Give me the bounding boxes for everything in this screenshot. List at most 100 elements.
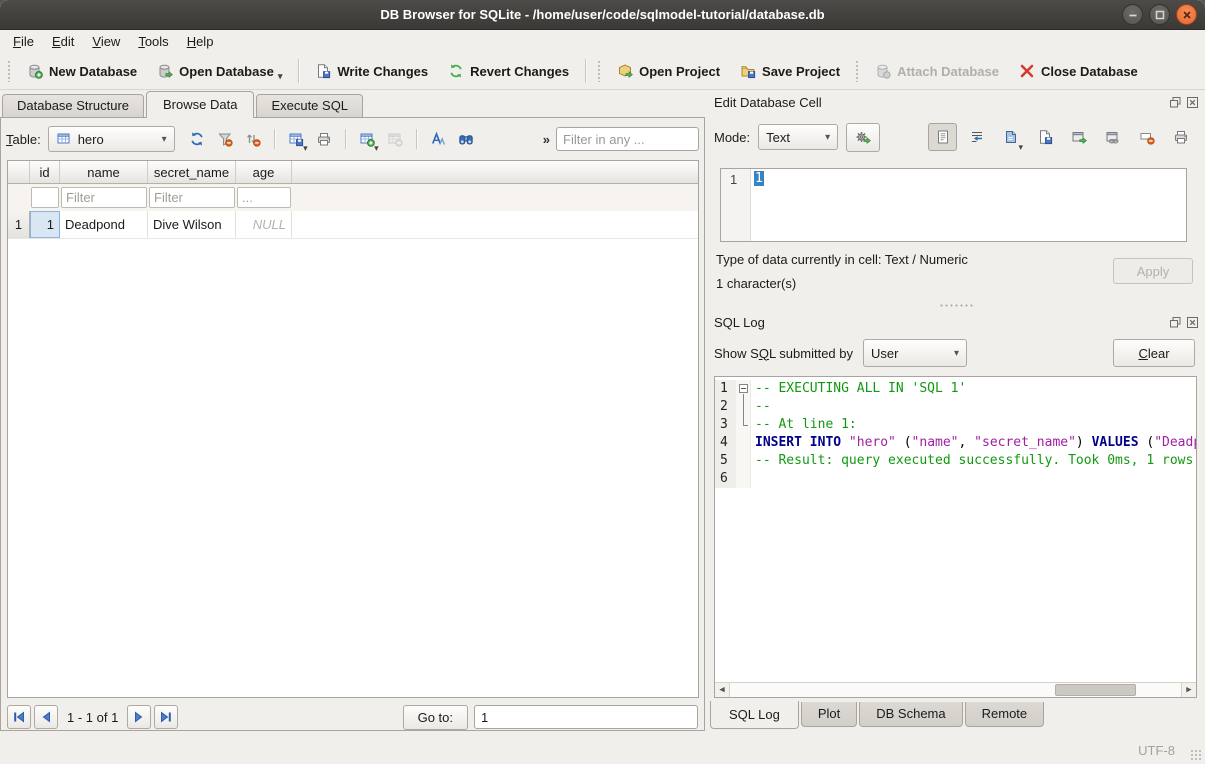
submitted-by-select[interactable]: User ▾ [863, 339, 967, 367]
fold-collapse-icon[interactable] [739, 384, 748, 393]
cell-editor[interactable]: 1 1 [720, 168, 1187, 242]
column-filter-input[interactable] [61, 187, 147, 208]
minimize-icon [1125, 7, 1141, 23]
table-cell[interactable]: Deadpond [60, 211, 148, 238]
write-changes-button[interactable]: Write Changes [305, 59, 438, 83]
maximize-button[interactable] [1149, 4, 1170, 25]
column-header-age[interactable]: age [236, 161, 292, 183]
clear-button[interactable]: Clear [1113, 339, 1195, 367]
dock-tab-remote[interactable]: Remote [965, 702, 1045, 727]
first-record-button[interactable] [7, 705, 31, 729]
tab-browse-data[interactable]: Browse Data [146, 91, 254, 118]
new-database-button[interactable]: New Database [17, 59, 147, 83]
table-select[interactable]: hero ▾ [48, 126, 175, 152]
column-header-secret_name[interactable]: secret_name [148, 161, 236, 183]
toolbar-grip[interactable] [597, 60, 602, 82]
next-record-button[interactable] [127, 705, 151, 729]
menu-edit[interactable]: Edit [43, 32, 83, 51]
menu-view[interactable]: View [83, 32, 129, 51]
scroll-left-icon[interactable]: ◀ [715, 683, 730, 697]
goto-button[interactable]: Go to: [403, 705, 468, 730]
close-dock-icon[interactable] [1186, 316, 1199, 329]
chevron-down-icon[interactable]: ▾ [374, 145, 379, 151]
column-filter-input[interactable] [31, 187, 59, 208]
find-button[interactable] [453, 126, 479, 152]
sql-log-editor[interactable]: 1-- EXECUTING ALL IN 'SQL 1'2--3-- At li… [714, 376, 1197, 698]
column-filter-input[interactable] [149, 187, 235, 208]
link-button[interactable] [1098, 123, 1127, 151]
float-dock-icon[interactable] [1169, 96, 1182, 109]
close-icon [1179, 7, 1195, 23]
scroll-right-icon[interactable]: ▶ [1181, 683, 1196, 697]
table-row: 11DeadpondDive WilsonNULL [8, 211, 698, 239]
open-project-button[interactable]: Open Project [607, 59, 730, 83]
export-button[interactable] [1030, 123, 1059, 151]
set-null-button[interactable] [1132, 123, 1161, 151]
close-database-button[interactable]: Close Database [1009, 59, 1148, 83]
dock-splitter-handle[interactable] [939, 303, 973, 308]
table-cell[interactable]: 1 [30, 211, 60, 238]
open-external-button[interactable] [1064, 123, 1093, 151]
row-header[interactable]: 1 [8, 211, 30, 238]
column-header-id[interactable]: id [30, 161, 60, 183]
minimize-button[interactable] [1122, 4, 1143, 25]
fold-margin [736, 452, 751, 470]
close-dock-icon[interactable] [1186, 96, 1199, 109]
word-wrap-button[interactable] [962, 123, 991, 151]
previous-record-button[interactable] [34, 705, 58, 729]
record-range: 1 - 1 of 1 [61, 710, 124, 725]
auto-apply-button[interactable] [846, 123, 880, 152]
table-cell[interactable]: Dive Wilson [148, 211, 236, 238]
toolbar-overflow-chevron[interactable]: » [540, 132, 553, 147]
apply-button: Apply [1113, 258, 1193, 284]
refresh-button[interactable] [184, 126, 210, 152]
save-project-button[interactable]: Save Project [730, 59, 850, 83]
dock-tab-sql-log[interactable]: SQL Log [710, 701, 799, 729]
table-cell[interactable]: NULL [236, 211, 292, 238]
right-dock-area: Edit Database Cell Mode: Text ▾ ▾ 1 1 Ty… [706, 90, 1205, 737]
sql-log-line: 3-- At line 1: [715, 416, 1196, 434]
dock-tab-plot[interactable]: Plot [801, 702, 857, 727]
global-filter-input[interactable] [556, 127, 699, 151]
text-mode-button[interactable] [928, 123, 957, 151]
import-button[interactable]: ▾ [996, 123, 1025, 151]
sql-log-text: -- Result: query executed successfully. … [751, 452, 1196, 470]
toolbar-grip[interactable] [855, 60, 860, 82]
browse-toolbar: Table: hero ▾ ▾ ▾ » [6, 125, 699, 153]
revert-changes-button[interactable]: Revert Changes [438, 59, 579, 83]
print-button[interactable] [311, 126, 337, 152]
menu-tools[interactable]: Tools [129, 32, 177, 51]
chevron-down-icon[interactable]: ▾ [278, 73, 283, 79]
mode-select[interactable]: Text ▾ [758, 124, 838, 150]
print-button[interactable] [1166, 123, 1195, 151]
titlebar[interactable]: DB Browser for SQLite - /home/user/code/… [0, 0, 1205, 30]
column-filter-input[interactable] [237, 187, 291, 208]
tab-execute-sql[interactable]: Execute SQL [256, 94, 363, 117]
float-dock-icon[interactable] [1169, 316, 1182, 329]
menu-help[interactable]: Help [178, 32, 223, 51]
table-label: Table: [6, 132, 41, 147]
horizontal-scrollbar[interactable]: ◀ ▶ [715, 682, 1196, 697]
save-table-button[interactable]: ▾ [283, 126, 309, 152]
browse-data-tabpage: Table: hero ▾ ▾ ▾ » idnamesecret_nameage 1… [0, 117, 705, 731]
line-number: 6 [715, 470, 736, 488]
chevron-down-icon[interactable]: ▾ [303, 145, 308, 151]
scrollbar-thumb[interactable] [1055, 684, 1136, 696]
resize-grip[interactable] [1190, 749, 1203, 762]
format-button[interactable] [425, 126, 451, 152]
column-header-name[interactable]: name [60, 161, 148, 183]
close-button[interactable] [1176, 4, 1197, 25]
new-record-button[interactable]: ▾ [354, 126, 380, 152]
toolbar-grip[interactable] [7, 60, 12, 82]
open-database-button[interactable]: Open Database▾ [147, 59, 292, 83]
auto-apply-icon [855, 129, 871, 145]
scrollbar-track[interactable] [730, 683, 1181, 697]
clear-sort-button[interactable] [240, 126, 266, 152]
chevron-down-icon[interactable]: ▾ [1018, 144, 1023, 150]
menu-file[interactable]: File [4, 32, 43, 51]
clear-filters-button[interactable] [212, 126, 238, 152]
goto-input[interactable] [474, 705, 698, 729]
tab-database-structure[interactable]: Database Structure [2, 94, 144, 117]
last-record-button[interactable] [154, 705, 178, 729]
dock-tab-db-schema[interactable]: DB Schema [859, 702, 962, 727]
